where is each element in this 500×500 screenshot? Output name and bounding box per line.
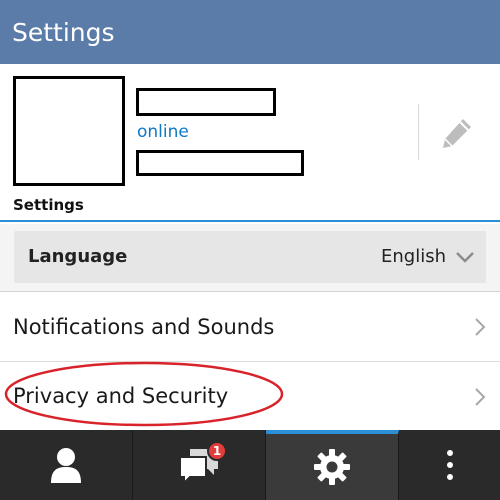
person-icon [51, 448, 81, 483]
avatar[interactable] [13, 76, 125, 186]
redacted-personal-message [136, 150, 304, 176]
page-title: Settings [0, 0, 500, 66]
redacted-display-name [136, 88, 276, 116]
language-value: English [381, 246, 446, 267]
chevron-right-icon [475, 388, 486, 406]
divider [418, 104, 419, 160]
status-text: online [137, 122, 189, 142]
tab-settings[interactable] [266, 430, 399, 500]
profile-label: Settings [13, 196, 84, 214]
chevron-down-icon [456, 252, 474, 263]
tab-overflow-menu[interactable] [399, 430, 500, 500]
chevron-right-icon [475, 318, 486, 336]
gear-icon [314, 449, 350, 485]
language-label: Language [28, 246, 128, 267]
menu-item-label: Privacy and Security [13, 384, 229, 408]
unread-badge: 1 [207, 441, 227, 461]
tab-chats[interactable]: 1 [133, 430, 266, 500]
profile-card: online Settings [0, 66, 500, 222]
menu-item-privacy-and-security[interactable]: Privacy and Security [0, 362, 500, 430]
menu-item-label: Notifications and Sounds [13, 315, 275, 339]
edit-profile-button[interactable] [432, 108, 482, 158]
menu-item-notifications-and-sounds[interactable]: Notifications and Sounds [0, 292, 500, 362]
language-dropdown[interactable]: Language English [14, 231, 486, 283]
tab-contacts[interactable] [0, 430, 133, 500]
pencil-icon [443, 119, 471, 148]
language-section: Language English [0, 224, 500, 292]
overflow-menu-icon [446, 450, 453, 480]
bottom-nav: 1 [0, 430, 500, 500]
